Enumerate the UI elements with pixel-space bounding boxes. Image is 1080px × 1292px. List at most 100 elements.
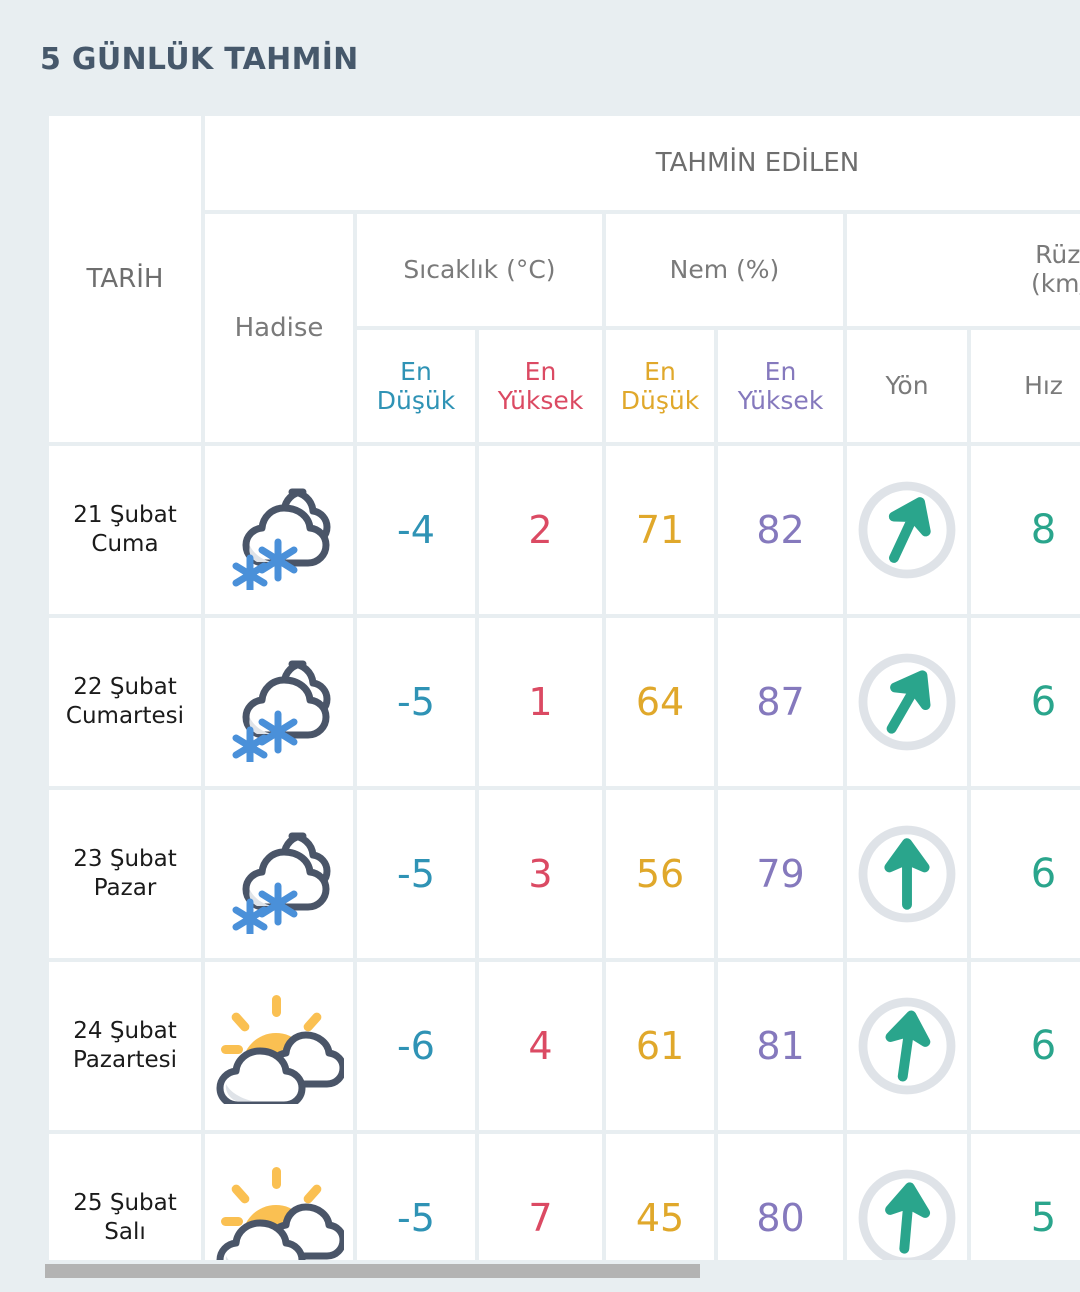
table-row[interactable]: 24 Şubat Pazartesi -6 4 61 81 6 [49, 962, 1080, 1130]
partly-cloudy-icon [205, 1134, 353, 1260]
snow-showers-icon [205, 446, 353, 614]
cell-hum-min: 45 [606, 1134, 714, 1260]
header-hadise: Hadise [205, 214, 353, 442]
temp-min-value: -5 [397, 852, 435, 896]
header-sub-temp-max: En Yüksek [479, 330, 602, 442]
snow-showers-icon [205, 790, 353, 958]
cell-date: 22 Şubat Cumartesi [49, 618, 201, 786]
forecast-page: 5 GÜNLÜK TAHMİN TARİH TAHMİN EDİLEN Hadi… [0, 0, 1080, 1292]
wind-speed-value: 6 [1030, 851, 1057, 897]
cell-temp-min: -4 [357, 446, 475, 614]
cell-hum-min: 56 [606, 790, 714, 958]
header-sub-temp-min: En Düşük [357, 330, 475, 442]
date-weekday: Cuma [91, 531, 159, 557]
date-day: 21 Şubat [73, 502, 177, 529]
cell-temp-min: -6 [357, 962, 475, 1130]
table-row[interactable]: 25 Şubat Salı -5 7 45 80 5 [49, 1134, 1080, 1260]
header-sub-hum-max-line2: Yüksek [737, 386, 824, 415]
cell-date: 25 Şubat Salı [49, 1134, 201, 1260]
temp-min-value: -6 [397, 1024, 435, 1068]
partly-cloudy-icon [205, 962, 353, 1130]
cell-temp-max: 7 [479, 1134, 602, 1260]
horizontal-scrollbar-thumb[interactable] [45, 1264, 700, 1278]
cell-wind-speed: 6 [971, 790, 1080, 958]
temp-max-value: 1 [528, 680, 553, 724]
table-row[interactable]: 21 Şubat Cuma -4 2 71 82 8 [49, 446, 1080, 614]
header-sub-wind-dir: Yön [847, 330, 967, 442]
header-sub-temp-min-line2: Düşük [376, 386, 456, 415]
temp-min-value: -4 [397, 508, 435, 552]
hum-max-value: 82 [756, 508, 805, 552]
cell-hum-min: 64 [606, 618, 714, 786]
cell-temp-min: -5 [357, 1134, 475, 1260]
cell-wind-dir [847, 962, 967, 1130]
cell-date: 21 Şubat Cuma [49, 446, 201, 614]
hum-min-value: 56 [635, 852, 685, 896]
cell-hum-max: 87 [718, 618, 843, 786]
cell-condition [205, 962, 353, 1130]
date-weekday: Salı [104, 1219, 146, 1245]
temp-min-value: -5 [397, 680, 435, 724]
cell-hum-max: 82 [718, 446, 843, 614]
cell-wind-speed: 8 [971, 446, 1080, 614]
cell-wind-dir [847, 790, 967, 958]
date-weekday: Pazartesi [72, 1047, 178, 1073]
header-group-temperature: Sıcaklık (°C) [357, 214, 602, 326]
hum-max-value: 79 [756, 852, 805, 896]
hum-min-value: 61 [635, 1024, 685, 1068]
cell-hum-min: 61 [606, 962, 714, 1130]
header-sub-hum-min-line2: Düşük [620, 386, 700, 415]
header-sub-hum-min-line1: En [644, 356, 676, 386]
cell-wind-speed: 6 [971, 962, 1080, 1130]
date-day: 22 Şubat [73, 674, 177, 701]
header-group-wind: Rüzgar (km/sa) [847, 214, 1080, 326]
header-group-wind-line2: (km/sa) [1030, 269, 1080, 298]
header-sub-wind-speed: Hız [971, 330, 1080, 442]
hum-min-value: 71 [635, 508, 685, 552]
cell-date: 23 Şubat Pazar [49, 790, 201, 958]
header-sub-temp-max-line1: En [524, 356, 557, 386]
cell-hum-max: 79 [718, 790, 843, 958]
cell-hum-min: 71 [606, 446, 714, 614]
wind-direction-icon [847, 446, 967, 614]
wind-speed-value: 8 [1030, 507, 1057, 553]
cell-condition [205, 446, 353, 614]
temp-max-value: 3 [528, 852, 553, 896]
header-sub-temp-max-line2: Yüksek [497, 386, 584, 415]
date-day: 25 Şubat [73, 1190, 177, 1217]
hum-max-value: 80 [756, 1196, 805, 1240]
page-title: 5 GÜNLÜK TAHMİN [40, 42, 359, 77]
date-day: 23 Şubat [73, 846, 177, 873]
wind-direction-icon [847, 618, 967, 786]
wind-direction-icon [847, 790, 967, 958]
cell-wind-speed: 5 [971, 1134, 1080, 1260]
header-row-sub: En Düşük En Yüksek En Düşük En Yüksek Yö… [49, 330, 1080, 442]
table-row[interactable]: 23 Şubat Pazar -5 3 56 79 6 [49, 790, 1080, 958]
cell-condition [205, 790, 353, 958]
date-weekday: Cumartesi [65, 703, 185, 729]
forecast-table: TARİH TAHMİN EDİLEN Hadise Sıcaklık (°C)… [45, 112, 1080, 1260]
hum-min-value: 64 [635, 680, 685, 724]
table-row[interactable]: 22 Şubat Cumartesi -5 1 64 87 6 [49, 618, 1080, 786]
header-row-group: TARİH TAHMİN EDİLEN [49, 116, 1080, 442]
cell-condition [205, 1134, 353, 1260]
hum-min-value: 45 [635, 1196, 685, 1240]
header-sub-hum-min: En Düşük [606, 330, 714, 442]
forecast-table-viewport[interactable]: TARİH TAHMİN EDİLEN Hadise Sıcaklık (°C)… [45, 112, 1080, 1260]
temp-max-value: 2 [528, 508, 553, 552]
header-sub-hum-max: En Yüksek [718, 330, 843, 442]
table-body: 21 Şubat Cuma -4 2 71 82 8 22 Şubat Cuma… [49, 446, 1080, 1260]
wind-speed-value: 6 [1030, 1023, 1057, 1069]
cell-wind-dir [847, 1134, 967, 1260]
wind-speed-value: 6 [1030, 679, 1057, 725]
cell-wind-dir [847, 618, 967, 786]
date-day: 24 Şubat [73, 1018, 177, 1045]
cell-temp-min: -5 [357, 618, 475, 786]
header-group-humidity: Nem (%) [606, 214, 843, 326]
header-sub-temp-min-line1: En [400, 356, 432, 386]
cell-temp-max: 3 [479, 790, 602, 958]
hum-max-value: 81 [756, 1024, 805, 1068]
wind-speed-value: 5 [1030, 1195, 1057, 1241]
cell-temp-min: -5 [357, 790, 475, 958]
hum-max-value: 87 [756, 680, 805, 724]
